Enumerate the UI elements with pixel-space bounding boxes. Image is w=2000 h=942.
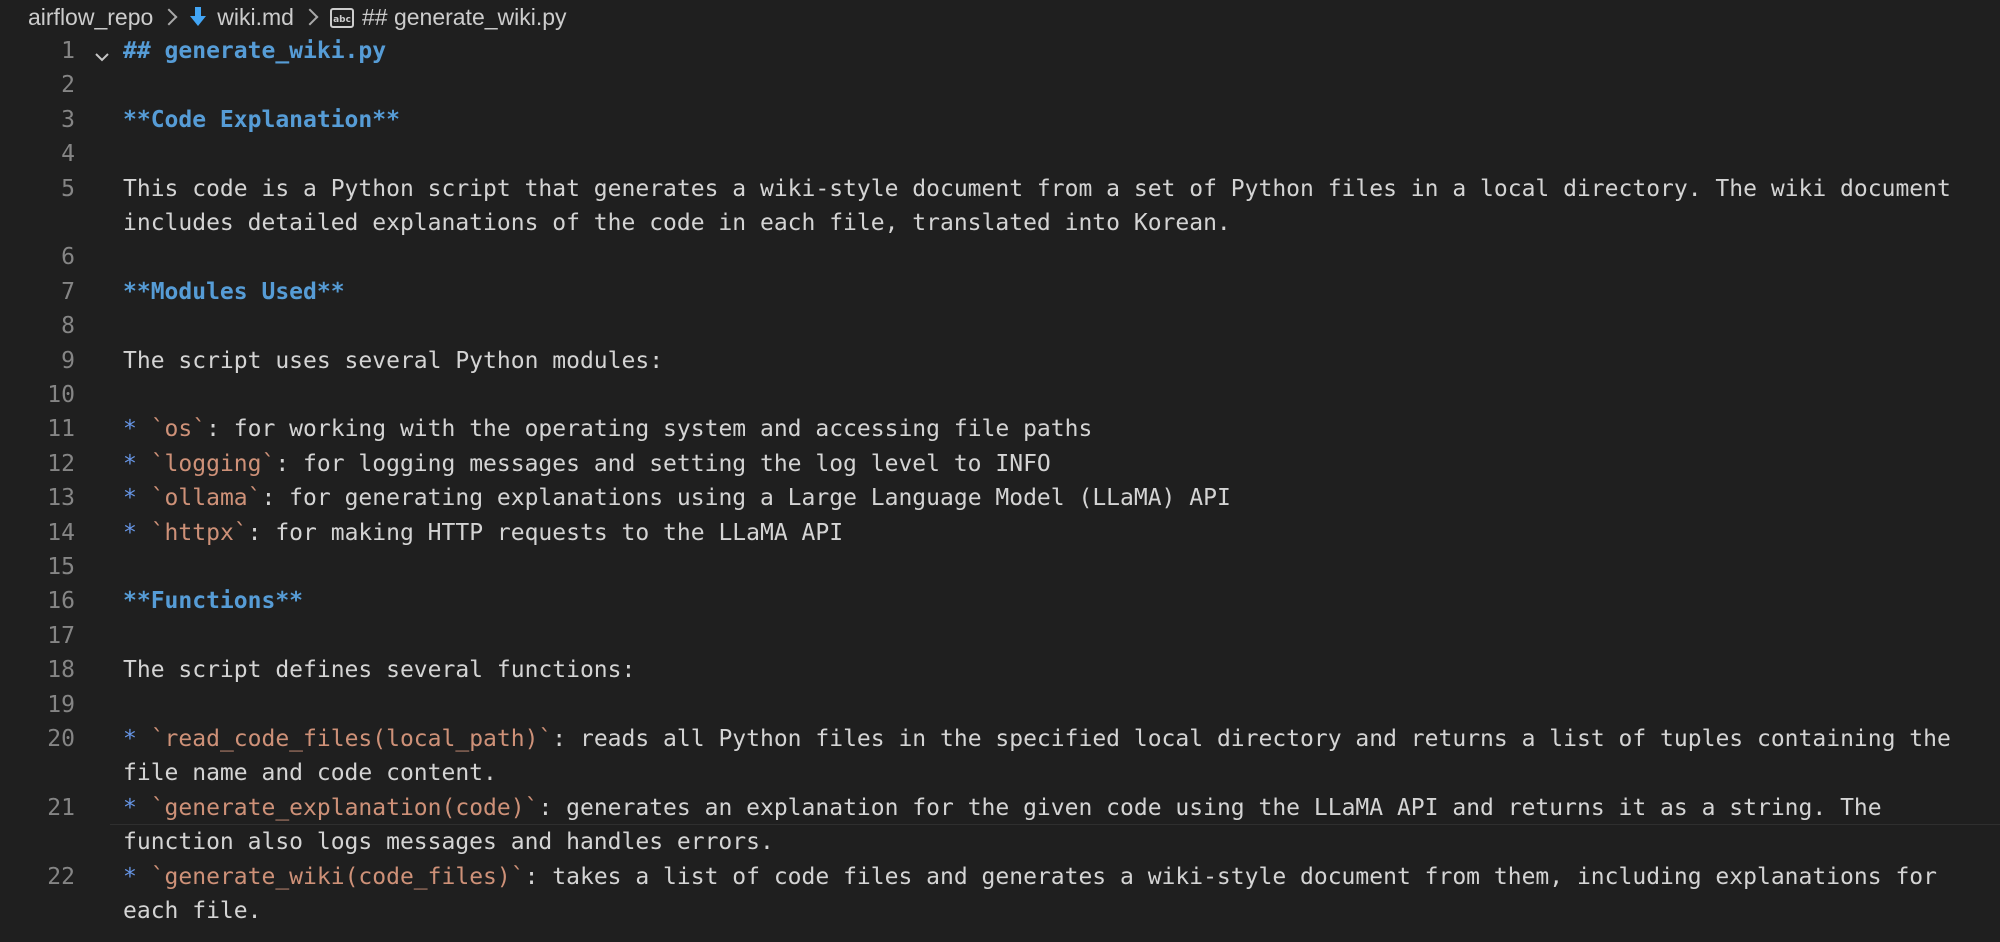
- chevron-right-icon: [160, 8, 178, 26]
- code-line[interactable]: The script defines several functions:: [123, 653, 1976, 687]
- code-line[interactable]: * `logging`: for logging messages and se…: [123, 447, 1976, 481]
- code-line[interactable]: * `generate_explanation(code)`: generate…: [123, 791, 1976, 825]
- markdown-arrow-icon: [189, 6, 207, 28]
- token-text: This code is a Python script that genera…: [123, 175, 1951, 202]
- line-number[interactable]: 8: [0, 309, 75, 343]
- code-line[interactable]: function also logs messages and handles …: [123, 825, 1976, 859]
- line-number[interactable]: 4: [0, 137, 75, 171]
- token-bullet: *: [123, 726, 151, 752]
- token-code: `generate_explanation(code)`: [150, 794, 539, 821]
- line-number[interactable]: 21: [0, 791, 75, 825]
- line-number[interactable]: 15: [0, 550, 75, 584]
- breadcrumb-file-label: wiki.md: [217, 3, 294, 30]
- token-text: : generates an explanation for the given…: [538, 794, 1882, 821]
- token-text: includes detailed explanations of the co…: [123, 210, 1231, 236]
- code-line[interactable]: * `os`: for working with the operating s…: [123, 412, 1976, 446]
- line-number[interactable]: 19: [0, 688, 75, 722]
- breadcrumb-folder[interactable]: airflow_repo: [28, 4, 153, 31]
- token-code: `httpx`: [150, 519, 248, 546]
- token-bullet: *: [123, 485, 151, 512]
- token-text: : takes a list of code files and generat…: [524, 863, 1937, 890]
- token-bullet: *: [123, 450, 151, 477]
- string-symbol-icon: abc: [329, 7, 354, 28]
- line-number[interactable]: 14: [0, 516, 75, 550]
- token-text: : for generating explanations using a La…: [261, 485, 1231, 512]
- token-text: : for logging messages and setting the l…: [275, 450, 1051, 477]
- token-text: file name and code content.: [123, 760, 497, 787]
- breadcrumb-folder-label: airflow_repo: [28, 3, 154, 30]
- code-line[interactable]: file name and code content.: [123, 756, 1976, 790]
- token-bold: **Modules Used**: [123, 278, 345, 305]
- token-code: `logging`: [150, 450, 276, 477]
- editor-text-area[interactable]: 1 ## generate_wiki.py 2 3 **Code Explanation…: [0, 34, 2000, 942]
- token-bullet: *: [123, 519, 151, 546]
- breadcrumb-symbol-label: ## generate_wiki.py: [361, 3, 567, 30]
- token-code: `ollama`: [150, 485, 262, 512]
- token-bullet: *: [123, 863, 151, 890]
- token-text: : for working with the operating system …: [206, 416, 1093, 443]
- line-number[interactable]: 7: [0, 275, 75, 309]
- token-text: The script uses several Python modules:: [123, 347, 664, 374]
- code-line[interactable]: * `generate_wiki(code_files)`: takes a l…: [123, 860, 1976, 894]
- line-number[interactable]: 12: [0, 447, 75, 481]
- line-number[interactable]: 18: [0, 653, 75, 687]
- code-line[interactable]: **Modules Used**: [123, 275, 1976, 309]
- line-number[interactable]: 16: [0, 584, 75, 618]
- token-bullet: *: [123, 416, 151, 443]
- token-bold: **Functions**: [123, 588, 304, 615]
- line-number[interactable]: 10: [0, 378, 75, 412]
- token-text: : for making HTTP requests to the LLaMA …: [247, 519, 844, 546]
- token-code: `read_code_files(local_path)`: [150, 726, 553, 752]
- code-line[interactable]: * `read_code_files(local_path)`: reads a…: [123, 722, 1976, 756]
- line-number[interactable]: 17: [0, 619, 75, 653]
- token-bullet: *: [123, 794, 151, 821]
- code-line[interactable]: includes detailed explanations of the co…: [123, 206, 1976, 240]
- line-number[interactable]: 13: [0, 481, 75, 515]
- token-head: ## generate_wiki.py: [123, 38, 387, 64]
- fold-chevron-down-icon[interactable]: [94, 44, 109, 62]
- chevron-right-icon: [301, 8, 319, 26]
- breadcrumb-symbol[interactable]: abc ## generate_wiki.py: [329, 3, 567, 31]
- code-line[interactable]: The script uses several Python modules:: [123, 344, 1976, 378]
- code-line[interactable]: This code is a Python script that genera…: [123, 172, 1976, 206]
- token-bold: **Code Explanation**: [123, 106, 400, 133]
- svg-text:abc: abc: [333, 15, 351, 25]
- breadcrumb: airflow_repo wiki.md abc ## generate_wik…: [0, 0, 567, 34]
- code-line[interactable]: **Code Explanation**: [123, 103, 1976, 137]
- code-line[interactable]: **Functions**: [123, 584, 1976, 618]
- line-number[interactable]: 20: [0, 722, 75, 756]
- code-line[interactable]: * `httpx`: for making HTTP requests to t…: [123, 516, 1976, 550]
- line-number[interactable]: 11: [0, 412, 75, 446]
- breadcrumb-file[interactable]: wiki.md: [189, 4, 294, 31]
- token-code: `generate_wiki(code_files)`: [150, 863, 525, 890]
- token-code: `os`: [150, 416, 207, 443]
- token-text: The script defines several functions:: [123, 657, 636, 684]
- code-line[interactable]: * `ollama`: for generating explanations …: [123, 481, 1976, 515]
- code-line[interactable]: each file.: [123, 894, 1976, 928]
- token-text: : reads all Python files in the specifie…: [552, 726, 1951, 752]
- line-number[interactable]: 9: [0, 344, 75, 378]
- line-number[interactable]: 5: [0, 172, 75, 206]
- line-number[interactable]: 3: [0, 103, 75, 137]
- code-line[interactable]: ## generate_wiki.py: [123, 34, 1976, 68]
- token-text: function also logs messages and handles …: [123, 829, 774, 856]
- line-number[interactable]: 6: [0, 240, 75, 274]
- token-text: each file.: [123, 898, 262, 924]
- line-number[interactable]: 2: [0, 68, 75, 102]
- line-number[interactable]: 1: [0, 34, 75, 68]
- line-number[interactable]: 22: [0, 860, 75, 894]
